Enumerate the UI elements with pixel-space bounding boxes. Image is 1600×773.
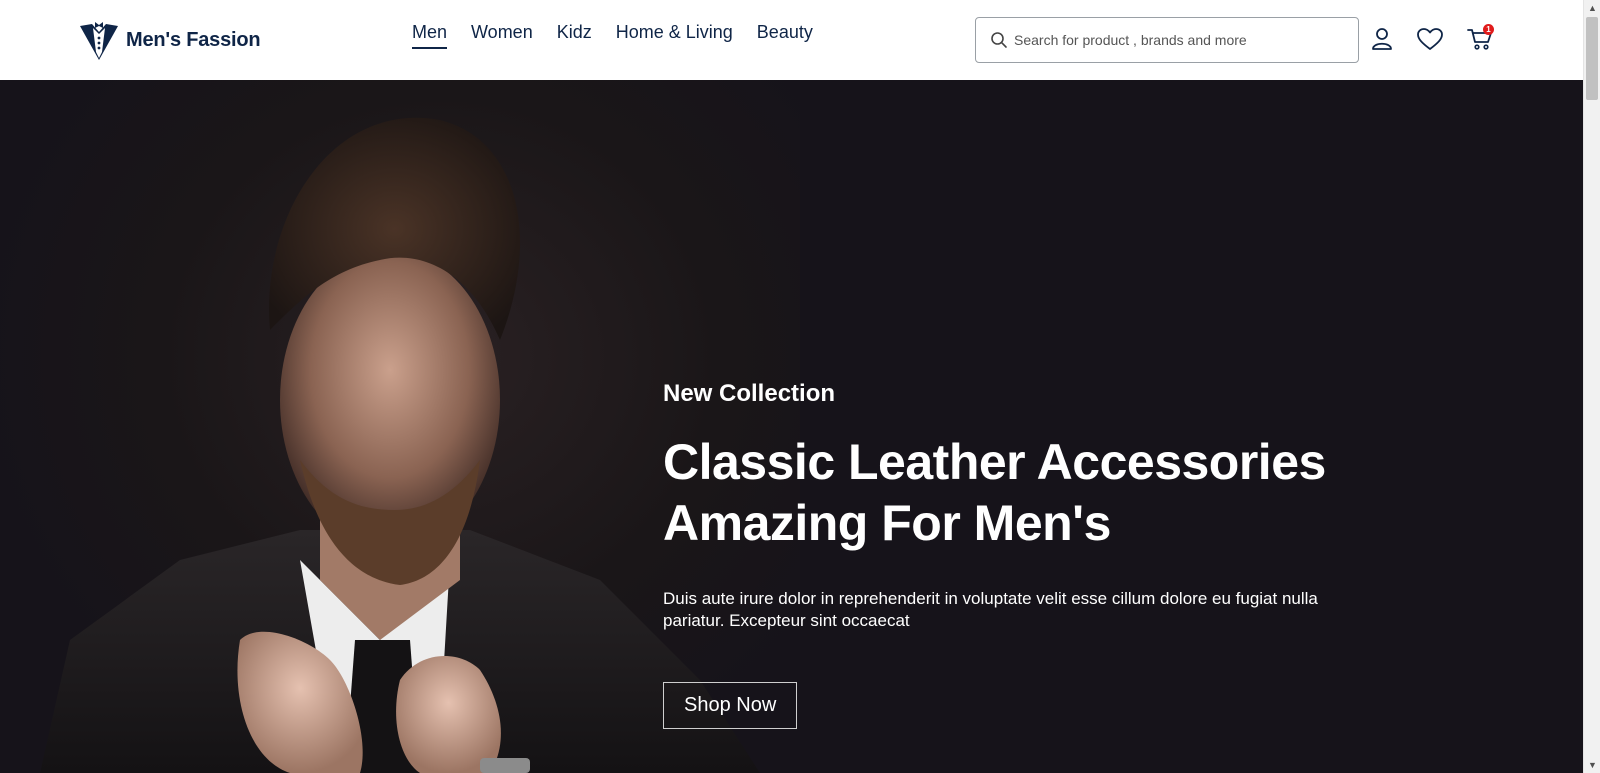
nav-item-men[interactable]: Men — [412, 22, 448, 49]
scroll-down-arrow-icon[interactable]: ▼ — [1584, 757, 1600, 773]
nav-item-women[interactable]: Women — [471, 22, 533, 49]
hero-title-line-2: Amazing For Men's — [663, 495, 1111, 551]
hero-title: Classic Leather Accessories Amazing For … — [663, 432, 1343, 554]
nav-item-beauty[interactable]: Beauty — [757, 22, 813, 49]
cart-count-badge: 1 — [1483, 24, 1494, 35]
heart-icon — [1417, 28, 1443, 50]
search-box[interactable] — [975, 17, 1359, 63]
search-icon — [991, 32, 1007, 48]
hero-content: New Collection Classic Leather Accessori… — [663, 380, 1343, 729]
search-input[interactable] — [1014, 32, 1334, 48]
shop-now-button[interactable]: Shop Now — [663, 682, 798, 729]
hero-description: Duis aute irure dolor in reprehenderit i… — [663, 589, 1318, 630]
nav-item-home-living[interactable]: Home & Living — [616, 22, 733, 49]
site-header: Men's Fassion Men Women Kidz Home & Livi… — [0, 0, 1583, 80]
brand-logo[interactable]: Men's Fassion — [78, 18, 261, 62]
nav-item-kidz[interactable]: Kidz — [557, 22, 592, 49]
page-scrollbar[interactable]: ▲ ▼ — [1583, 0, 1600, 773]
hero-title-line-1: Classic Leather Accessories — [663, 434, 1326, 490]
scroll-thumb[interactable] — [1586, 17, 1598, 100]
account-button[interactable] — [1367, 24, 1397, 54]
wishlist-button[interactable] — [1415, 24, 1445, 54]
scroll-up-arrow-icon[interactable]: ▲ — [1584, 0, 1600, 16]
cart-button[interactable]: 1 — [1465, 24, 1495, 54]
tuxedo-icon — [80, 22, 118, 60]
brand-name: Men's Fassion — [126, 28, 261, 51]
main-nav: Men Women Kidz Home & Living Beauty — [412, 22, 813, 49]
hero-banner: New Collection Classic Leather Accessori… — [0, 80, 1583, 773]
user-icon — [1372, 28, 1392, 50]
hero-eyebrow: New Collection — [663, 380, 836, 407]
